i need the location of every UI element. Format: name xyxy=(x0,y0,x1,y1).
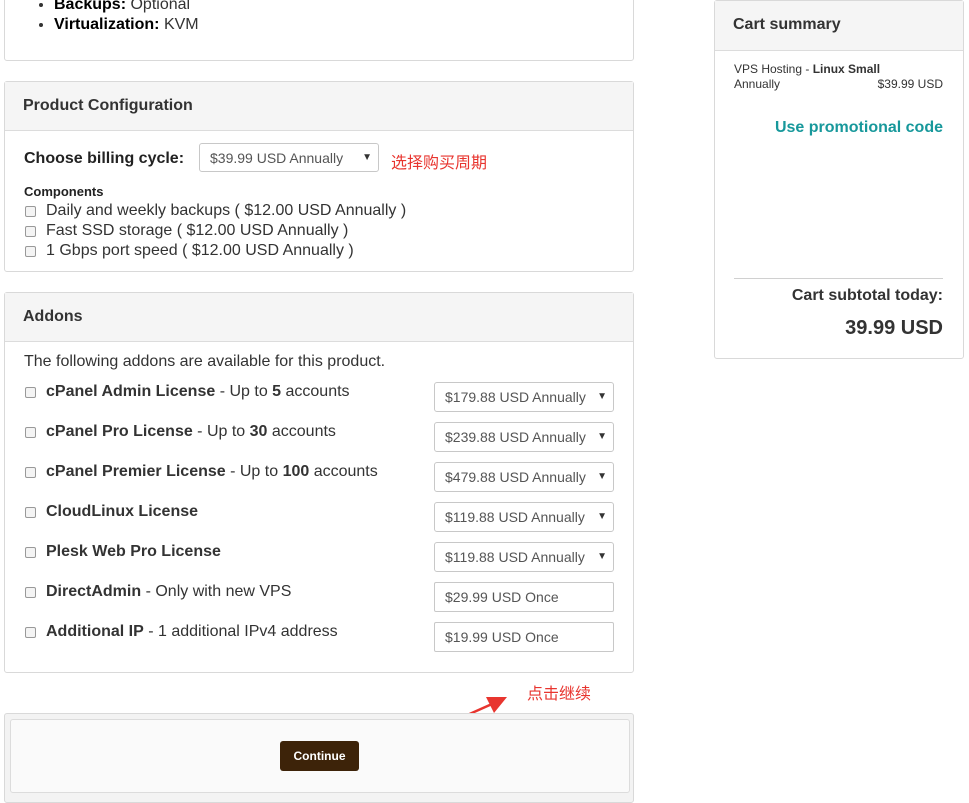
cart-summary-panel: Cart summary VPS Hosting - Linux Small A… xyxy=(714,0,964,359)
feature-backups: Backups: Optional xyxy=(54,0,199,15)
component-checkbox-backups[interactable] xyxy=(25,206,36,217)
addons-title: Addons xyxy=(5,293,633,342)
addons-panel: Addons The following addons are availabl… xyxy=(4,292,634,673)
feature-virtualization: Virtualization: KVM xyxy=(54,15,199,35)
addon-checkbox-cpanel-premier[interactable] xyxy=(25,467,36,478)
component-port-speed-label: 1 Gbps port speed ( $12.00 USD Annually … xyxy=(46,242,354,259)
addon-plesk-label: Plesk Web Pro License xyxy=(46,543,221,560)
cart-subtotal-label: Cart subtotal today: xyxy=(791,287,943,304)
addons-intro: The following addons are available for t… xyxy=(24,353,386,370)
billing-cycle-label: Choose billing cycle: xyxy=(24,150,185,167)
continue-annotation: 点击继续 xyxy=(527,686,592,703)
addon-cpanel-pro-label: cPanel Pro License - Up to 30 accounts xyxy=(46,423,336,440)
cart-product-cycle: Annually xyxy=(734,77,781,91)
addon-checkbox-directadmin[interactable] xyxy=(25,587,36,598)
addon-checkbox-additional-ip[interactable] xyxy=(25,627,36,638)
addon-cpanel-premier-label: cPanel Premier License - Up to 100 accou… xyxy=(46,463,378,480)
component-backups-label: Daily and weekly backups ( $12.00 USD An… xyxy=(46,202,407,219)
billing-annotation: 选择购买周期 xyxy=(391,155,488,172)
cart-subtotal-value: 39.99 USD xyxy=(845,317,943,339)
components-label: Components xyxy=(24,184,104,199)
features-list: Backups: Optional Virtualization: KVM xyxy=(29,0,199,35)
cart-product-price: $39.99 USD xyxy=(877,77,943,91)
addon-checkbox-plesk[interactable] xyxy=(25,547,36,558)
addon-cloudlinux-label: CloudLinux License xyxy=(46,503,199,520)
addon-cpanel-pro-select[interactable]: $239.88 USD Annually ▼ xyxy=(434,422,614,452)
billing-cycle-value: $39.99 USD Annually xyxy=(210,150,344,166)
addon-cloudlinux-select[interactable]: $119.88 USD Annually ▼ xyxy=(434,502,614,532)
continue-section: Continue xyxy=(4,713,634,803)
addon-checkbox-cpanel-admin[interactable] xyxy=(25,387,36,398)
addon-cpanel-admin-label: cPanel Admin License - Up to 5 accounts xyxy=(46,383,350,400)
component-ssd-label: Fast SSD storage ( $12.00 USD Annually ) xyxy=(46,222,349,239)
chevron-down-icon: ▼ xyxy=(597,511,607,522)
addon-plesk-select[interactable]: $119.88 USD Annually ▼ xyxy=(434,542,614,572)
component-checkbox-ssd[interactable] xyxy=(25,226,36,237)
product-configuration-panel: Product Configuration Choose billing cyc… xyxy=(4,81,634,272)
billing-cycle-select[interactable]: $39.99 USD Annually ▼ xyxy=(199,143,379,172)
addon-cpanel-admin-select[interactable]: $179.88 USD Annually ▼ xyxy=(434,382,614,412)
continue-button[interactable]: Continue xyxy=(280,741,359,771)
chevron-down-icon: ▼ xyxy=(362,152,372,163)
chevron-down-icon: ▼ xyxy=(597,391,607,402)
addon-cpanel-premier-select[interactable]: $479.88 USD Annually ▼ xyxy=(434,462,614,492)
chevron-down-icon: ▼ xyxy=(597,431,607,442)
addon-directadmin-label: DirectAdmin - Only with new VPS xyxy=(46,583,292,600)
chevron-down-icon: ▼ xyxy=(597,551,607,562)
promo-code-link[interactable]: Use promotional code xyxy=(775,119,943,137)
cart-divider xyxy=(734,278,943,279)
addon-directadmin-price: $29.99 USD Once xyxy=(434,582,614,612)
component-checkbox-port-speed[interactable] xyxy=(25,246,36,257)
cart-product-name: VPS Hosting - Linux Small xyxy=(734,62,881,76)
addon-additional-ip-label: Additional IP - 1 additional IPv4 addres… xyxy=(46,623,338,640)
product-configuration-title: Product Configuration xyxy=(5,82,633,131)
cart-summary-title: Cart summary xyxy=(715,1,963,51)
product-features-panel: Backups: Optional Virtualization: KVM xyxy=(4,0,634,61)
addon-checkbox-cloudlinux[interactable] xyxy=(25,507,36,518)
addon-checkbox-cpanel-pro[interactable] xyxy=(25,427,36,438)
addon-additional-ip-price: $19.99 USD Once xyxy=(434,622,614,652)
chevron-down-icon: ▼ xyxy=(597,471,607,482)
